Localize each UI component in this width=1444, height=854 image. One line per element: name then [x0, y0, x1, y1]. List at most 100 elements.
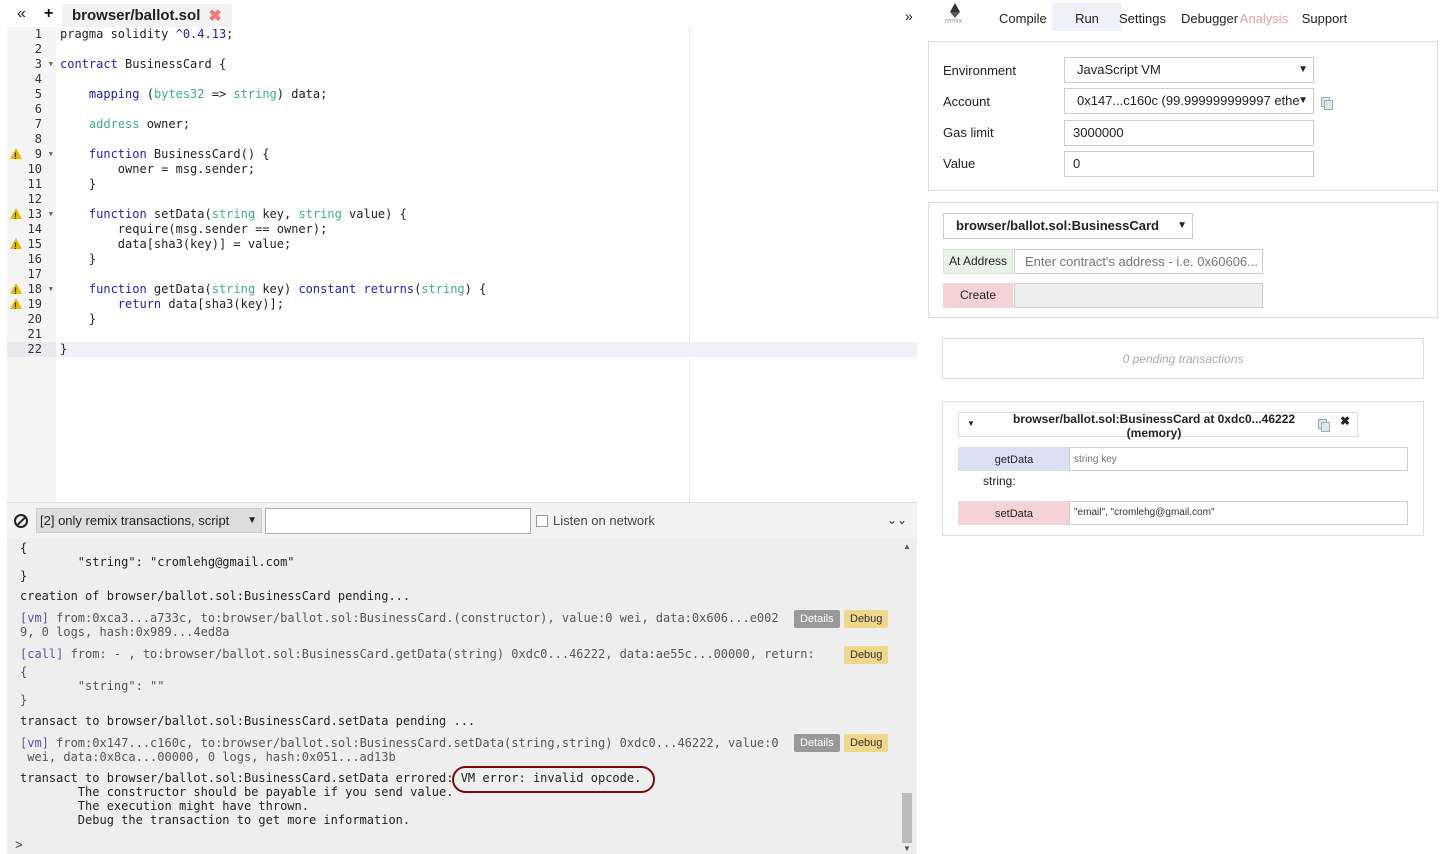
- gutter-line[interactable]: 13 ▼: [7, 207, 56, 224]
- code-line: }: [60, 177, 97, 191]
- setdata-button[interactable]: setData: [958, 501, 1070, 525]
- editor-area: « + browser/ballot.sol ✖ 123▼456789▼1011…: [0, 0, 917, 854]
- checkbox-icon[interactable]: [536, 514, 548, 527]
- setdata-input[interactable]: "email", "cromlehg@gmail.com": [1069, 501, 1408, 525]
- details-button[interactable]: Details: [794, 734, 840, 752]
- tab-debugger[interactable]: Debugger: [1181, 3, 1238, 31]
- scroll-down-icon[interactable]: ▼: [903, 844, 911, 853]
- gutter-line[interactable]: 16: [7, 252, 56, 267]
- line-number: 10: [27, 162, 42, 176]
- terminal-line: {: [20, 665, 28, 679]
- gutter-line[interactable]: 6: [7, 102, 56, 117]
- listen-on-network-checkbox[interactable]: Listen on network: [536, 513, 655, 528]
- getdata-button[interactable]: getData: [958, 447, 1070, 471]
- environment-select[interactable]: JavaScript VM ▼: [1064, 57, 1314, 83]
- environment-label: Environment: [943, 63, 1016, 78]
- at-address-input[interactable]: [1014, 249, 1263, 274]
- collapse-left-icon[interactable]: «: [17, 5, 26, 23]
- contract-select-value: browser/ballot.sol:BusinessCard: [956, 218, 1159, 233]
- tab-support[interactable]: Support: [1301, 3, 1348, 31]
- gutter-line[interactable]: 5: [7, 87, 56, 102]
- gutter-line[interactable]: 22: [7, 342, 56, 357]
- fold-icon[interactable]: ▼: [49, 207, 53, 222]
- collapse-terminal-icon[interactable]: ⌄⌄: [887, 513, 907, 527]
- line-number: 13: [27, 207, 42, 221]
- gutter-line[interactable]: 18 ▼: [7, 282, 56, 299]
- terminal-filter-select[interactable]: [2] only remix transactions, script ▼: [36, 508, 262, 533]
- terminal-search-input[interactable]: [265, 508, 531, 534]
- debug-button[interactable]: Debug: [844, 610, 889, 628]
- gutter-line[interactable]: 10: [7, 162, 56, 177]
- warning-icon[interactable]: [10, 283, 22, 299]
- warning-icon[interactable]: [10, 208, 22, 224]
- scroll-up-icon[interactable]: ▲: [903, 542, 911, 551]
- gutter-line[interactable]: 14: [7, 222, 56, 237]
- run-settings-panel: Environment JavaScript VM ▼ Account 0x14…: [928, 41, 1438, 191]
- account-select[interactable]: 0x147...c160c (99.999999999997 ethe ▼: [1064, 88, 1314, 114]
- details-button[interactable]: Details: [794, 610, 840, 628]
- instance-header[interactable]: ▼ browser/ballot.sol:BusinessCard at 0xd…: [958, 412, 1358, 440]
- contract-panel: browser/ballot.sol:BusinessCard ▼ At Add…: [928, 202, 1438, 318]
- line-number: 1: [34, 27, 42, 41]
- warning-icon[interactable]: [10, 238, 22, 254]
- caret-down-icon[interactable]: ▼: [967, 419, 975, 428]
- new-file-icon[interactable]: +: [44, 5, 53, 23]
- constructor-args-input[interactable]: [1014, 283, 1263, 308]
- chevron-down-icon: ▼: [1298, 64, 1308, 75]
- tab-compile[interactable]: Compile: [999, 3, 1047, 31]
- terminal-line: [vm] from:0xca3...a733c, to:browser/ball…: [20, 611, 779, 625]
- code-line: contract BusinessCard {: [60, 57, 227, 71]
- debug-button[interactable]: Debug: [844, 646, 889, 664]
- scrollbar-thumb[interactable]: [902, 793, 912, 843]
- contract-select[interactable]: browser/ballot.sol:BusinessCard ▼: [943, 213, 1193, 239]
- code-line: pragma solidity ^0.4.13;: [60, 27, 234, 41]
- close-instance-icon[interactable]: ✖: [1340, 414, 1350, 428]
- file-tab[interactable]: browser/ballot.sol ✖: [62, 4, 232, 27]
- terminal-line: wei, data:0x8ca...00000, 0 logs, hash:0x…: [20, 750, 396, 764]
- terminal-line: transact to browser/ballot.sol:BusinessC…: [20, 714, 476, 728]
- fold-icon[interactable]: ▼: [49, 282, 53, 297]
- fold-icon[interactable]: ▼: [49, 57, 53, 72]
- gutter-line[interactable]: 2: [7, 42, 56, 57]
- gutter-line[interactable]: 11: [7, 177, 56, 192]
- gutter-line[interactable]: 3 ▼: [7, 57, 56, 72]
- gutter-line[interactable]: 19: [7, 297, 56, 314]
- code-content[interactable]: pragma solidity ^0.4.13; contract Busines…: [60, 27, 917, 502]
- gutter-line[interactable]: 9▼: [7, 147, 56, 164]
- clear-console-icon[interactable]: [14, 514, 28, 528]
- gutter-line[interactable]: 17: [7, 267, 56, 282]
- warning-icon[interactable]: [10, 298, 22, 314]
- gutter-line[interactable]: 12: [7, 192, 56, 207]
- create-button[interactable]: Create: [943, 283, 1013, 308]
- contract-instance: ▼ browser/ballot.sol:BusinessCard at 0xd…: [942, 401, 1424, 536]
- gutter-line[interactable]: 21: [7, 327, 56, 342]
- gutter-line[interactable]: 15: [7, 237, 56, 254]
- close-tab-icon[interactable]: ✖: [208, 6, 221, 26]
- account-value: 0x147...c160c (99.999999999997 ethe: [1077, 93, 1300, 108]
- debug-button[interactable]: Debug: [844, 734, 889, 752]
- gutter-line[interactable]: 7: [7, 117, 56, 132]
- terminal-scrollbar[interactable]: ▲ ▼: [901, 538, 913, 854]
- code-editor[interactable]: 123▼456789▼10111213▼1415161718▼19202122 …: [7, 27, 917, 502]
- terminal-filter-value: [2] only remix transactions, script: [40, 513, 230, 528]
- gutter-line[interactable]: 8: [7, 132, 56, 147]
- warning-icon[interactable]: [10, 148, 22, 164]
- tab-analysis[interactable]: Analysis: [1239, 3, 1289, 31]
- getdata-input[interactable]: [1069, 447, 1408, 471]
- gutter-line[interactable]: 4: [7, 72, 56, 87]
- gas-limit-label: Gas limit: [943, 125, 994, 140]
- gas-limit-input[interactable]: 3000000: [1064, 120, 1314, 146]
- collapse-right-icon[interactable]: »: [905, 8, 913, 24]
- value-input[interactable]: 0: [1064, 151, 1314, 177]
- environment-value: JavaScript VM: [1077, 62, 1161, 77]
- line-number: 12: [27, 192, 42, 206]
- gutter-line[interactable]: 20: [7, 312, 56, 327]
- at-address-button[interactable]: At Address: [943, 249, 1013, 274]
- gutter-line[interactable]: 1: [7, 27, 56, 42]
- tab-run[interactable]: Run: [1052, 3, 1122, 31]
- fold-icon[interactable]: ▼: [49, 147, 53, 162]
- terminal-prompt[interactable]: >: [15, 837, 23, 852]
- tab-settings[interactable]: Settings: [1119, 3, 1166, 31]
